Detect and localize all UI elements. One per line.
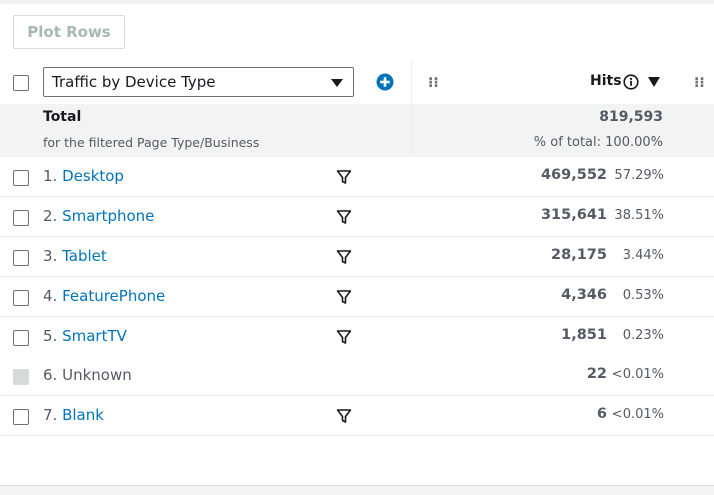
table-row: 7. Blank 6 <0.01% (0, 396, 714, 436)
row-label-link[interactable]: FeaturePhone (62, 287, 165, 305)
column-drag-handle-icon[interactable]: ⁝⁝ (428, 76, 439, 90)
filter-icon[interactable] (336, 289, 352, 305)
row-hits: 22 (586, 366, 607, 382)
chevron-down-icon (331, 79, 343, 87)
table-row: 6. Unknown 22 <0.01% (0, 356, 714, 396)
row-percent: 3.44% (622, 248, 664, 263)
row-index: 7. (43, 406, 58, 424)
total-percent: % of total: 100.00% (533, 135, 663, 150)
row-index: 3. (43, 247, 58, 265)
info-icon[interactable] (623, 74, 639, 90)
row-label-link[interactable]: Tablet (62, 247, 107, 265)
table-row: 2. Smartphone 315,641 38.51% (0, 197, 714, 237)
bottom-strip (0, 485, 714, 495)
row-checkbox[interactable] (13, 330, 29, 346)
row-hits: 28,175 (551, 247, 607, 263)
metric-column-menu-icon[interactable]: ⁝⁝ (694, 76, 705, 90)
table-row: 1. Desktop 469,552 57.29% (0, 157, 714, 197)
row-percent: 0.23% (622, 328, 664, 343)
hits-column-header[interactable]: Hits (590, 73, 622, 89)
table-row: 4. FeaturePhone 4,346 0.53% (0, 277, 714, 317)
row-percent: <0.01% (611, 367, 664, 382)
filter-icon[interactable] (336, 249, 352, 265)
row-percent: <0.01% (611, 407, 664, 422)
row-index: 5. (43, 327, 58, 345)
add-dimension-icon[interactable] (376, 73, 394, 91)
filter-icon[interactable] (336, 169, 352, 185)
row-checkbox[interactable] (13, 290, 29, 306)
total-title: Total (43, 109, 82, 125)
filter-icon[interactable] (336, 329, 352, 345)
filter-icon[interactable] (336, 209, 352, 225)
row-hits: 4,346 (561, 287, 607, 303)
row-label: Unknown (62, 366, 132, 384)
row-checkbox[interactable] (13, 170, 29, 186)
row-label-link[interactable]: Desktop (62, 167, 124, 185)
row-hits: 6 (596, 406, 607, 422)
row-label-link[interactable]: SmartTV (62, 327, 127, 345)
dimension-select[interactable]: Traffic by Device Type (43, 67, 354, 97)
row-checkbox-disabled (13, 369, 29, 385)
row-index: 4. (43, 287, 58, 305)
row-hits: 1,851 (561, 327, 607, 343)
dimension-select-value: Traffic by Device Type (52, 73, 216, 91)
total-subtitle: for the filtered Page Type/Business (43, 135, 260, 150)
select-all-checkbox[interactable] (13, 75, 29, 91)
table-row: 3. Tablet 28,175 3.44% (0, 237, 714, 277)
sort-descending-icon[interactable] (648, 77, 660, 87)
row-index: 2. (43, 207, 58, 225)
row-index: 1. (43, 167, 58, 185)
row-percent: 57.29% (614, 168, 664, 183)
row-checkbox[interactable] (13, 210, 29, 226)
row-percent: 38.51% (614, 208, 664, 223)
row-label-link[interactable]: Smartphone (62, 207, 154, 225)
row-checkbox[interactable] (13, 250, 29, 266)
row-index: 6. (43, 366, 58, 384)
row-percent: 0.53% (622, 288, 664, 303)
row-hits: 315,641 (540, 207, 607, 223)
total-hits-value: 819,593 (599, 109, 663, 125)
filter-icon[interactable] (336, 408, 352, 424)
top-strip (0, 0, 714, 4)
row-hits: 469,552 (540, 167, 607, 183)
row-checkbox[interactable] (13, 409, 29, 425)
table-row: 5. SmartTV 1,851 0.23% (0, 317, 714, 357)
row-label-link[interactable]: Blank (62, 406, 104, 424)
plot-rows-button[interactable]: Plot Rows (13, 15, 125, 49)
